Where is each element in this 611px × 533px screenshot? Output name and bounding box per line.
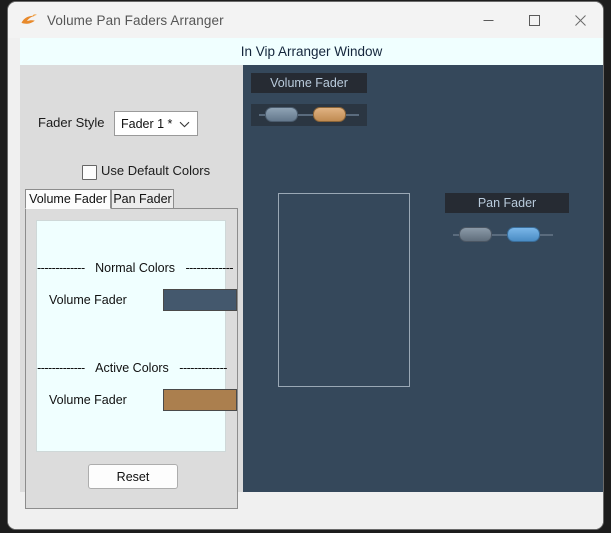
use-default-colors-checkbox[interactable] xyxy=(82,165,97,180)
active-volume-fader-row: Volume Fader xyxy=(37,389,237,413)
client-area: In Vip Arranger Window Fader Style Fader… xyxy=(8,38,603,529)
app-window: Volume Pan Faders Arranger In Vip Arrang… xyxy=(8,2,603,529)
close-button[interactable] xyxy=(557,2,603,38)
volume-fader-preview-title: Volume Fader xyxy=(251,73,367,93)
separator-dashes-left: ------------- xyxy=(37,261,85,275)
separator-dashes-right: ------------- xyxy=(179,361,227,375)
volume-fader-preview-strip xyxy=(251,104,367,126)
banner-text: In Vip Arranger Window xyxy=(240,44,383,59)
volume-fader-active-handle[interactable] xyxy=(313,107,346,122)
pan-fader-preview-strip xyxy=(445,224,561,246)
preview-pane: Volume Fader Pan Fader xyxy=(243,65,603,492)
pan-fader-normal-handle[interactable] xyxy=(459,227,492,242)
active-volume-fader-label: Volume Fader xyxy=(49,393,127,407)
use-default-colors-label: Use Default Colors xyxy=(101,163,211,178)
separator-title: Normal Colors xyxy=(95,261,175,275)
use-default-colors-row[interactable]: Use Default Colors xyxy=(20,163,243,183)
active-volume-fader-swatch[interactable] xyxy=(163,389,237,411)
normal-colors-separator: ------------- Normal Colors ------------… xyxy=(37,261,234,275)
tab-volume-fader[interactable]: Volume Fader xyxy=(25,189,111,209)
maximize-button[interactable] xyxy=(511,2,557,38)
pan-fader-preview-title: Pan Fader xyxy=(445,193,569,213)
tab-panel-volume-fader: ------------- Normal Colors ------------… xyxy=(25,208,238,509)
window-controls xyxy=(465,2,603,38)
chevron-down-icon xyxy=(179,115,190,133)
separator-dashes-right: ------------- xyxy=(185,261,234,275)
pan-fader-active-handle[interactable] xyxy=(507,227,540,242)
normal-volume-fader-label: Volume Fader xyxy=(49,293,127,307)
fader-style-row: Fader Style Fader 1 * xyxy=(20,111,243,136)
window-title: Volume Pan Faders Arranger xyxy=(47,12,224,28)
fader-style-value: Fader 1 * xyxy=(121,116,173,131)
banner: In Vip Arranger Window xyxy=(20,38,603,66)
normal-volume-fader-row: Volume Fader xyxy=(37,289,237,313)
tab-strip: Volume Fader Pan Fader xyxy=(25,189,238,209)
tab-pan-fader[interactable]: Pan Fader xyxy=(111,189,174,209)
separator-dashes-left: ------------- xyxy=(37,361,85,375)
normal-volume-fader-swatch[interactable] xyxy=(163,289,237,311)
minimize-button[interactable] xyxy=(465,2,511,38)
fader-style-label: Fader Style xyxy=(38,115,105,130)
volume-fader-preview-box xyxy=(278,193,410,387)
reset-button[interactable]: Reset xyxy=(88,464,178,489)
volume-fader-normal-handle[interactable] xyxy=(265,107,298,122)
colors-panel: ------------- Normal Colors ------------… xyxy=(36,220,237,452)
active-colors-separator: ------------- Active Colors ------------… xyxy=(37,361,227,375)
left-settings-pane: Fader Style Fader 1 * Use Default Colors… xyxy=(20,65,243,529)
title-bar: Volume Pan Faders Arranger xyxy=(8,2,603,38)
separator-title: Active Colors xyxy=(95,361,169,375)
app-swoosh-icon xyxy=(20,11,38,29)
fader-style-dropdown[interactable]: Fader 1 * xyxy=(114,111,198,136)
